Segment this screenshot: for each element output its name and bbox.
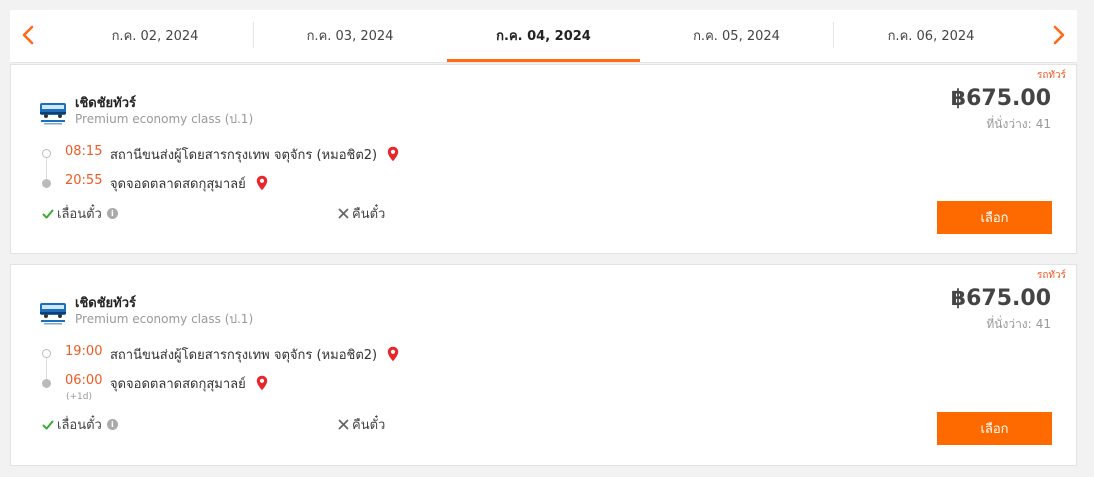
tab-divider <box>833 22 834 48</box>
departure-place: สถานีขนส่งผู้โดยสารกรุงเทพ จตุจักร (หมอช… <box>110 144 399 165</box>
departure-place: สถานีขนส่งผู้โดยสารกรุงเทพ จตุจักร (หมอช… <box>110 344 399 365</box>
vehicle-type-tag: รถทัวร์ <box>1036 70 1066 81</box>
date-selector: ก.ค. 02, 2024 ก.ค. 03, 2024 ก.ค. 04, 202… <box>10 10 1077 63</box>
vehicle-type-tag: รถทัวร์ <box>1036 270 1066 281</box>
ticket-price: ฿675.00 <box>950 86 1051 111</box>
prev-date-button[interactable] <box>10 10 46 60</box>
departure-dot <box>42 149 51 158</box>
next-date-button[interactable] <box>1041 10 1077 60</box>
trip-card: รถทัวร์ เชิดชัยทัวร์ Premium economy cla… <box>10 64 1077 254</box>
refund-policy: คืนตั๋ว <box>338 414 385 435</box>
next-day-indicator: (+1d) <box>66 392 93 402</box>
arrival-dot <box>42 179 51 188</box>
map-pin-icon[interactable] <box>256 375 268 391</box>
arrival-time: 06:00 <box>65 373 103 388</box>
date-tab[interactable]: ก.ค. 02, 2024 <box>70 10 240 60</box>
departure-time: 08:15 <box>65 144 103 159</box>
map-pin-icon[interactable] <box>387 146 399 162</box>
seats-count: 41 <box>1035 317 1051 331</box>
active-tab-indicator <box>447 59 640 62</box>
departure-time: 19:00 <box>65 344 103 359</box>
arrival-place-name: จุดจอดตลาดสดกุสุมาลย์ <box>110 377 246 392</box>
refund-label: คืนตั๋ว <box>352 418 386 433</box>
arrival-place: จุดจอดตลาดสดกุสุมาลย์ <box>110 173 268 194</box>
change-ticket-label: เลื่อนตั๋ว <box>57 207 102 222</box>
departure-dot <box>42 349 51 358</box>
available-seats: ที่นั่งว่าง: 41 <box>982 315 1051 334</box>
check-icon <box>42 209 54 219</box>
seats-count: 41 <box>1035 117 1051 131</box>
date-tab[interactable]: ก.ค. 03, 2024 <box>265 10 435 60</box>
bus-class: Premium economy class (ป.1) <box>75 112 254 126</box>
departure-place-name: สถานีขนส่งผู้โดยสารกรุงเทพ จตุจักร (หมอช… <box>110 348 378 363</box>
date-tab[interactable]: ก.ค. 05, 2024 <box>650 10 823 60</box>
select-trip-button[interactable]: เลือก <box>937 412 1052 445</box>
refund-label: คืนตั๋ว <box>352 207 386 222</box>
chevron-right-icon <box>1053 25 1065 45</box>
select-trip-button[interactable]: เลือก <box>937 201 1052 234</box>
arrival-time: 20:55 <box>65 173 103 188</box>
chevron-left-icon <box>22 25 34 45</box>
info-icon[interactable]: i <box>106 419 118 430</box>
bus-class: Premium economy class (ป.1) <box>75 312 254 326</box>
map-pin-icon[interactable] <box>256 175 268 191</box>
trip-card: รถทัวร์ เชิดชัยทัวร์ Premium economy cla… <box>10 264 1077 466</box>
change-ticket-policy: เลื่อนตั๋ว i <box>42 203 118 224</box>
change-ticket-policy: เลื่อนตั๋ว i <box>42 414 118 435</box>
date-tab-active[interactable]: ก.ค. 04, 2024 <box>447 10 640 60</box>
change-ticket-label: เลื่อนตั๋ว <box>57 418 102 433</box>
route-line <box>46 156 47 181</box>
route-line <box>46 356 47 381</box>
tab-divider <box>253 22 254 48</box>
operator-logo <box>40 303 66 325</box>
seats-label: ที่นั่งว่าง: <box>986 117 1032 131</box>
refund-policy: คืนตั๋ว <box>338 203 385 224</box>
date-tab[interactable]: ก.ค. 06, 2024 <box>845 10 1017 60</box>
ticket-price: ฿675.00 <box>950 286 1051 311</box>
arrival-place-name: จุดจอดตลาดสดกุสุมาลย์ <box>110 177 246 192</box>
cross-icon <box>338 208 349 219</box>
arrival-dot <box>42 379 51 388</box>
seats-label: ที่นั่งว่าง: <box>986 317 1032 331</box>
info-icon[interactable]: i <box>106 208 118 219</box>
operator-logo <box>40 103 66 125</box>
check-icon <box>42 420 54 430</box>
arrival-place: จุดจอดตลาดสดกุสุมาลย์ <box>110 373 268 394</box>
map-pin-icon[interactable] <box>387 346 399 362</box>
cross-icon <box>338 419 349 430</box>
departure-place-name: สถานีขนส่งผู้โดยสารกรุงเทพ จตุจักร (หมอช… <box>110 148 378 163</box>
available-seats: ที่นั่งว่าง: 41 <box>982 115 1051 134</box>
